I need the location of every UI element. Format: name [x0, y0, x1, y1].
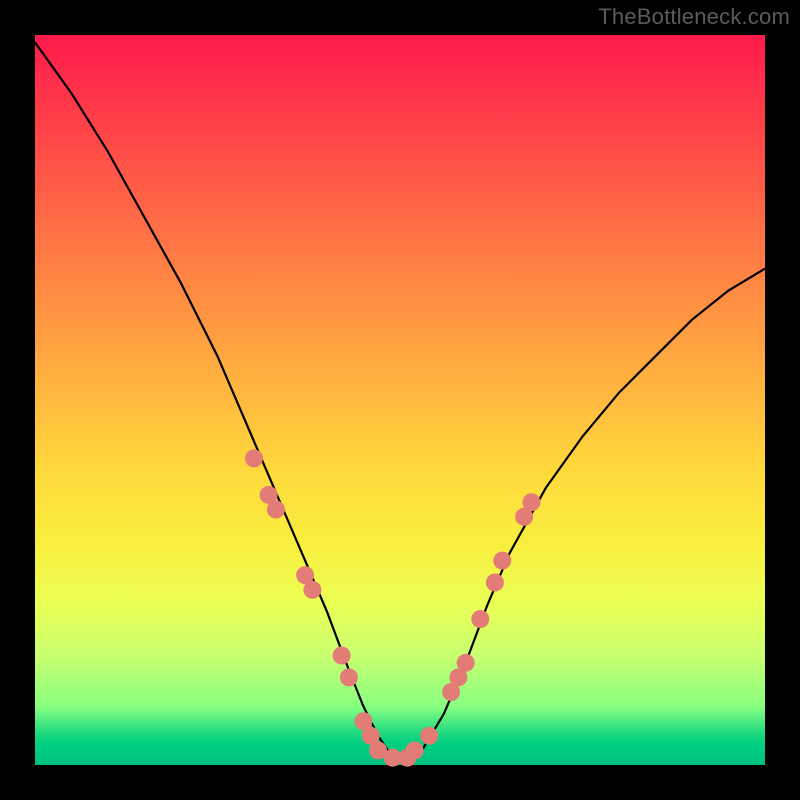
plot-area: [35, 35, 765, 765]
curve-marker: [303, 581, 321, 599]
curve-marker: [406, 741, 424, 759]
curve-marker: [245, 449, 263, 467]
curve-marker: [340, 668, 358, 686]
curve-marker: [333, 647, 351, 665]
curve-marker: [420, 727, 438, 745]
curve-marker: [471, 610, 489, 628]
curve-markers: [245, 449, 540, 766]
curve-marker: [486, 574, 504, 592]
chart-svg: [35, 35, 765, 765]
curve-marker: [493, 552, 511, 570]
bottleneck-curve: [35, 42, 765, 757]
curve-marker: [457, 654, 475, 672]
curve-marker: [267, 501, 285, 519]
curve-marker: [522, 493, 540, 511]
chart-frame: TheBottleneck.com: [0, 0, 800, 800]
watermark-text: TheBottleneck.com: [598, 4, 790, 30]
